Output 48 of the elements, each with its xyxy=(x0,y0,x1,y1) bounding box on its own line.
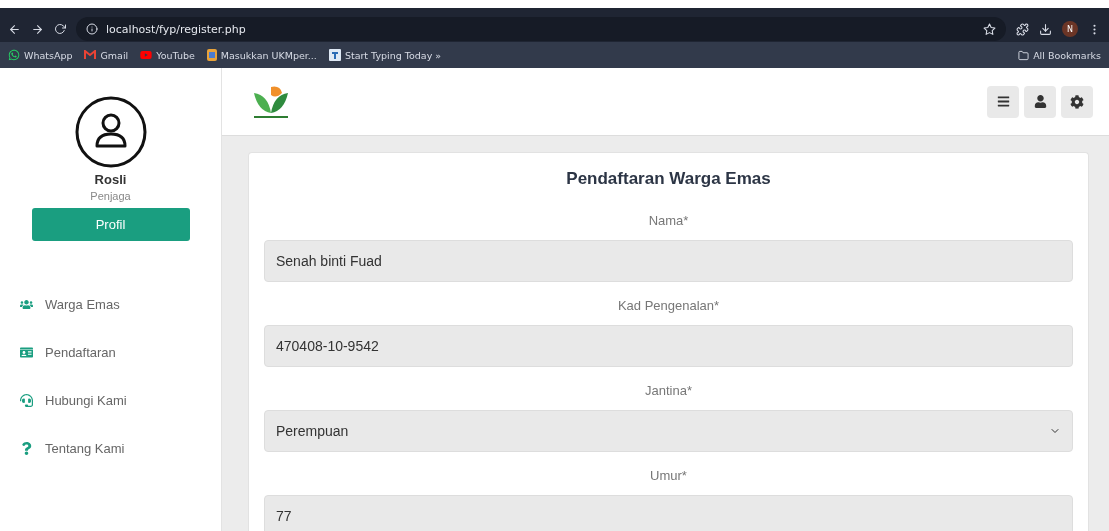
forward-icon[interactable] xyxy=(31,22,44,36)
letter-t-icon xyxy=(328,49,341,61)
url-text: localhost/fyp/register.php xyxy=(106,22,246,36)
bookmark-link[interactable]: Start Typing Today » xyxy=(328,49,442,61)
bookmark-link[interactable]: Masukkan UKMper... xyxy=(206,49,317,61)
users-icon xyxy=(20,298,33,311)
select-field[interactable]: Perempuan xyxy=(264,410,1073,452)
settings-icon xyxy=(1070,94,1084,109)
user-button[interactable] xyxy=(1024,85,1056,118)
reload-icon[interactable] xyxy=(54,23,66,35)
field-label: Nama* xyxy=(648,213,689,228)
settings-button[interactable] xyxy=(1061,85,1093,118)
info-icon[interactable] xyxy=(86,23,98,35)
menu-button[interactable] xyxy=(987,85,1019,118)
mail-icon xyxy=(84,50,97,60)
back-icon[interactable] xyxy=(8,22,21,36)
sidebar-item[interactable]: Warga Emas xyxy=(20,297,221,312)
star-icon[interactable] xyxy=(983,22,996,36)
extensions-icon[interactable] xyxy=(1016,22,1029,36)
field-label: Jantina* xyxy=(645,383,692,398)
address-bar[interactable]: localhost/fyp/register.php xyxy=(76,17,1006,41)
id-card-icon xyxy=(20,346,33,359)
menu-icon xyxy=(996,95,1010,108)
bookmark-link[interactable]: Gmail xyxy=(84,49,129,61)
page-icon xyxy=(206,49,217,61)
folder-icon xyxy=(1018,49,1030,61)
bookmark-link[interactable]: WhatsApp xyxy=(8,49,73,61)
user-icon xyxy=(1033,95,1047,108)
user-role: Penjaga xyxy=(90,190,131,202)
headset-icon xyxy=(20,394,33,407)
input-field[interactable]: 77 xyxy=(264,495,1073,531)
all-bookmarks-link[interactable]: All Bookmarks xyxy=(1018,49,1101,61)
sidebar-item[interactable]: Hubungi Kami xyxy=(20,393,221,408)
field-label: Umur* xyxy=(650,468,687,483)
download-icon[interactable] xyxy=(1039,22,1052,36)
user-name: Rosli xyxy=(94,172,127,187)
form-title: Pendaftaran Warga Emas xyxy=(566,169,771,189)
input-field[interactable]: Senah binti Fuad xyxy=(264,240,1073,282)
input-field[interactable]: 470408-10-9542 xyxy=(264,325,1073,367)
profile-avatar[interactable]: N xyxy=(1062,21,1078,37)
user-avatar-icon xyxy=(74,96,147,168)
bookmark-link[interactable]: YouTube xyxy=(140,49,195,61)
question-icon xyxy=(20,442,33,455)
sidebar-item[interactable]: Pendaftaran xyxy=(20,345,221,360)
whatsapp-icon xyxy=(8,49,20,61)
play-icon xyxy=(140,49,153,61)
field-label: Kad Pengenalan* xyxy=(617,298,720,313)
sidebar-item[interactable]: Tentang Kami xyxy=(20,441,221,456)
